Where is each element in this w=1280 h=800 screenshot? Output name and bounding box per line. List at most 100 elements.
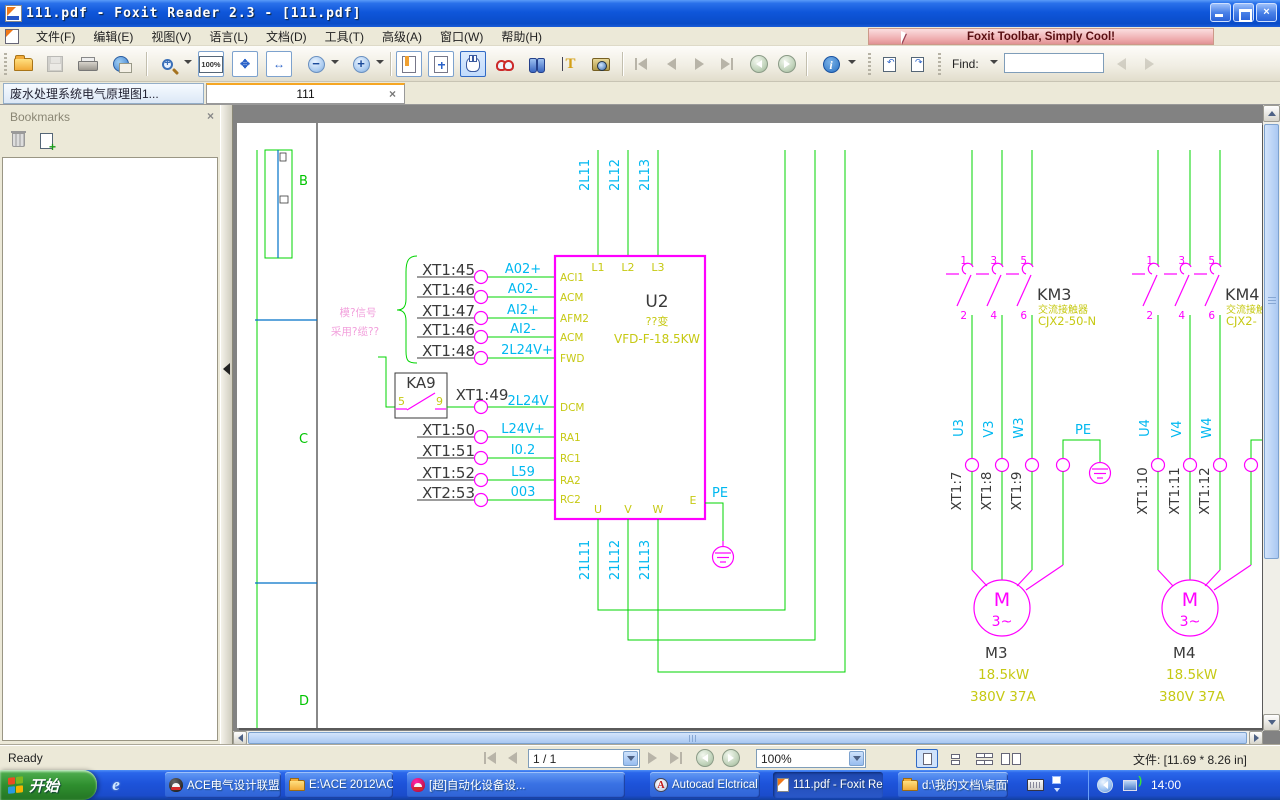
bookmarks-panel-button[interactable]	[396, 51, 422, 77]
next-view-button[interactable]	[774, 51, 800, 77]
restore-button[interactable]	[1233, 3, 1254, 22]
motor-power: 18.5kW	[1166, 667, 1217, 683]
bookmarks-list[interactable]	[2, 157, 218, 741]
toolbar-window-icon[interactable]	[1052, 776, 1061, 784]
zoom-dropdown-icon[interactable]	[849, 751, 864, 766]
single-page-layout-button[interactable]	[916, 749, 938, 768]
snapshot-button[interactable]	[588, 51, 614, 77]
scroll-right-button[interactable]	[1249, 731, 1263, 745]
status-next-page-button[interactable]	[648, 752, 657, 764]
km4-model: CJX2-	[1226, 314, 1257, 328]
row-letter-b: B	[299, 174, 308, 189]
find-next-button[interactable]	[1136, 51, 1162, 77]
status-prev-page-button[interactable]	[508, 752, 517, 764]
hand-tool-button[interactable]	[460, 51, 486, 77]
vertical-scroll-thumb[interactable]	[1264, 124, 1279, 559]
status-last-page-button[interactable]	[670, 752, 682, 764]
horizontal-scrollbar[interactable]	[233, 731, 1263, 745]
bookmarks-close-icon[interactable]: ×	[207, 109, 214, 123]
facing-layout-button[interactable]	[972, 749, 994, 768]
rotate-right-button[interactable]: ↷	[904, 51, 930, 77]
menu-view[interactable]: 视图(V)	[142, 26, 200, 47]
tab-111-active[interactable]: 111 ×	[206, 83, 405, 104]
properties-button[interactable]: i	[818, 51, 844, 77]
next-page-button[interactable]	[686, 51, 712, 77]
u2-pin-e: E	[690, 494, 697, 507]
tray-collapse-button[interactable]	[1097, 777, 1113, 793]
zoom-in-button[interactable]: +	[348, 51, 374, 77]
fit-visible-button[interactable]	[428, 51, 454, 77]
first-page-button[interactable]	[628, 51, 654, 77]
properties-dropdown[interactable]	[848, 60, 856, 64]
close-button[interactable]: ×	[1256, 3, 1277, 22]
menu-language[interactable]: 语言(L)	[200, 26, 257, 47]
search-button[interactable]	[524, 51, 550, 77]
svg-text:XT1:10: XT1:10	[1135, 467, 1151, 515]
fit-width-button[interactable]: ↔	[266, 51, 292, 77]
last-page-button[interactable]	[714, 51, 740, 77]
input-method-button[interactable]	[1027, 779, 1044, 791]
find-dropdown[interactable]	[990, 60, 998, 64]
status-previous-view-button[interactable]	[696, 749, 714, 767]
window-title: 111.pdf - Foxit Reader 2.3 - [111.pdf]	[26, 6, 361, 21]
menu-edit[interactable]: 编辑(E)	[84, 26, 142, 47]
continuous-facing-layout-button[interactable]	[1000, 749, 1022, 768]
rotate-left-button[interactable]: ↶	[876, 51, 902, 77]
menu-file[interactable]: 文件(F)	[27, 26, 84, 47]
reader-mode-button[interactable]	[492, 51, 518, 77]
zoom-tool-dropdown[interactable]	[184, 60, 192, 64]
select-text-button[interactable]: T	[556, 51, 582, 77]
zoom-out-dropdown[interactable]	[331, 60, 339, 64]
minimize-button[interactable]	[1210, 3, 1231, 22]
email-button[interactable]	[108, 51, 134, 77]
scroll-up-button[interactable]	[1263, 105, 1280, 122]
terminal-label: XT1:46	[422, 281, 475, 299]
horizontal-scroll-thumb[interactable]	[248, 732, 1247, 744]
title-bar: 111.pdf - Foxit Reader 2.3 - [111.pdf] ×	[0, 0, 1280, 27]
menu-document[interactable]: 文档(D)	[257, 26, 316, 47]
pdf-page[interactable]: B C D 模?信号 采用?缆?? 2L11 2L12 2L13	[237, 123, 1262, 728]
status-next-view-button[interactable]	[722, 749, 740, 767]
prev-page-button[interactable]	[658, 51, 684, 77]
save-button[interactable]	[42, 51, 68, 77]
zoom-level-box[interactable]: 100%	[756, 749, 866, 768]
zoom-in-dropdown[interactable]	[376, 60, 384, 64]
continuous-layout-button[interactable]	[944, 749, 966, 768]
menu-window[interactable]: 窗口(W)	[431, 26, 492, 47]
scroll-down-button[interactable]	[1263, 714, 1280, 731]
add-bookmark-button[interactable]	[40, 133, 58, 152]
taskbar-button-qq-ace[interactable]: ACE电气设计联盟	[165, 772, 281, 798]
open-button[interactable]	[10, 51, 36, 77]
zoom-tool-button[interactable]	[154, 51, 180, 77]
panel-splitter[interactable]	[220, 105, 233, 745]
taskbar-button-explorer-d-drive[interactable]: d:\我的文档\桌面\...	[898, 772, 1008, 798]
page-dropdown-icon[interactable]	[623, 751, 638, 766]
tab-close-icon[interactable]: ×	[389, 87, 396, 101]
start-button[interactable]: 开始	[0, 770, 97, 800]
foxit-toolbar-promo-banner[interactable]: Foxit Toolbar, Simply Cool!	[868, 28, 1214, 45]
menu-advanced[interactable]: 高级(A)	[373, 26, 431, 47]
zoom-out-button[interactable]: −	[303, 51, 329, 77]
taskbar-button-foxit-active[interactable]: 111.pdf - Foxit Rea...	[773, 772, 883, 798]
quick-launch-ie[interactable]: e	[104, 773, 128, 797]
find-input[interactable]	[1004, 53, 1104, 73]
input-method-dropdown-icon[interactable]	[1054, 788, 1060, 792]
find-previous-button[interactable]	[1108, 51, 1134, 77]
taskbar-button-explorer-e-drive[interactable]: E:\ACE 2012\ACE\A...	[285, 772, 393, 798]
menu-help[interactable]: 帮助(H)	[492, 26, 551, 47]
relay-pin-left: 5	[398, 395, 405, 408]
scroll-left-button[interactable]	[233, 731, 247, 745]
print-button[interactable]	[74, 51, 100, 77]
fit-page-button[interactable]: ✥	[232, 51, 258, 77]
delete-bookmark-button[interactable]	[12, 133, 30, 152]
actual-size-button[interactable]: 100%	[198, 51, 224, 77]
page-number-box[interactable]: 1 / 1	[528, 749, 640, 768]
previous-view-button[interactable]	[746, 51, 772, 77]
network-status-icon[interactable]	[1123, 780, 1137, 791]
status-first-page-button[interactable]	[484, 752, 496, 764]
taskbar-button-qq-chat[interactable]: [超]自动化设备设...	[407, 772, 625, 798]
tab-wastewater-diagram[interactable]: 废水处理系统电气原理图1...	[3, 83, 204, 104]
vertical-scrollbar[interactable]	[1263, 105, 1280, 731]
taskbar-button-autocad[interactable]: AAutocad Elctrical 20...	[650, 772, 760, 798]
menu-tools[interactable]: 工具(T)	[316, 26, 373, 47]
